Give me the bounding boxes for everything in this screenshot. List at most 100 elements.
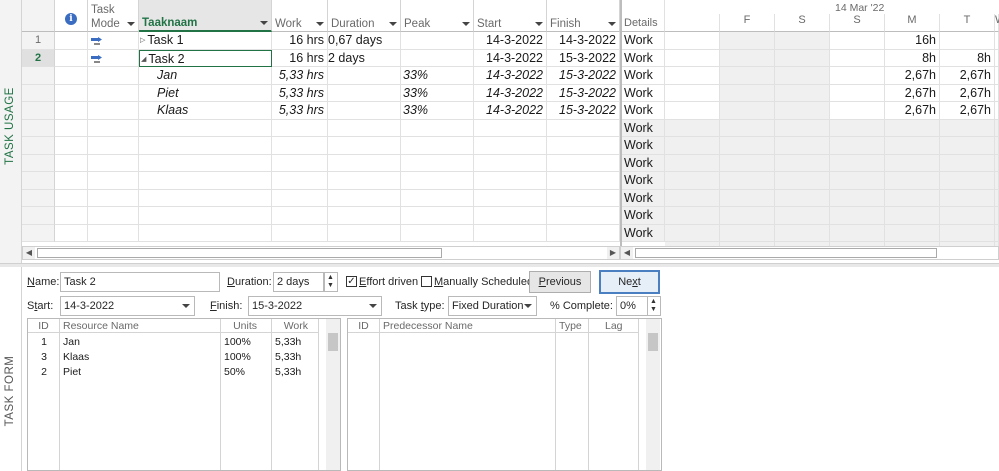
ind-cell[interactable] (55, 154, 88, 172)
work-cell[interactable]: 5,33 hrs (272, 67, 328, 85)
indicators-column-header[interactable]: i (55, 0, 88, 32)
timescale-cell[interactable] (995, 189, 999, 207)
num-cell[interactable] (22, 224, 55, 242)
num-cell[interactable] (22, 137, 55, 155)
work-cell[interactable]: 16 hrs (272, 32, 328, 50)
name-cell[interactable] (139, 172, 272, 190)
start-cell[interactable] (474, 224, 547, 242)
timescale-day-header[interactable]: S (830, 14, 885, 32)
timescale-cell[interactable] (995, 172, 999, 190)
task-mode-column-header[interactable]: Task Mode (88, 0, 139, 32)
finish-cell[interactable]: 15-3-2022 (547, 84, 620, 102)
timescale-cell[interactable] (775, 224, 830, 242)
timescale-cell[interactable] (775, 84, 830, 102)
empty-table-row[interactable] (22, 119, 620, 137)
timescale-cell[interactable]: 8h (940, 49, 995, 67)
timescale-cell[interactable] (720, 137, 775, 155)
view-split-divider[interactable] (0, 263, 999, 267)
resources-vertical-scrollbar[interactable] (326, 319, 340, 470)
resource-work-cell[interactable]: 5,33h (272, 365, 319, 380)
chevron-down-icon[interactable] (316, 22, 324, 26)
resource-units-cell[interactable]: 50% (221, 365, 272, 380)
timescale-cell[interactable] (995, 67, 999, 85)
duration-cell[interactable] (328, 102, 401, 120)
timescale-cell[interactable] (720, 49, 775, 67)
duration-stepper[interactable]: ▲ ▼ (324, 272, 338, 292)
timescale-cell[interactable] (665, 207, 720, 225)
timescale-cell[interactable] (940, 189, 995, 207)
mode-cell[interactable] (88, 154, 139, 172)
timescale-cell[interactable]: 2,67h (885, 84, 940, 102)
start-cell[interactable]: 14-3-2022 (474, 67, 547, 85)
timescale-cell[interactable] (830, 224, 885, 242)
peak-cell[interactable] (401, 224, 474, 242)
timescale-cell[interactable] (995, 154, 999, 172)
mode-cell[interactable] (88, 189, 139, 207)
num-cell[interactable] (22, 207, 55, 225)
predecessor-lag-header[interactable]: Lag (589, 319, 639, 333)
ind-cell[interactable] (55, 137, 88, 155)
detail-label-cell[interactable]: Work (622, 189, 665, 207)
timescale-cell[interactable] (720, 154, 775, 172)
num-cell[interactable] (22, 189, 55, 207)
timescale-cell[interactable] (720, 119, 775, 137)
empty-table-row[interactable] (22, 224, 620, 242)
timescale-day-header[interactable] (665, 14, 720, 32)
timescale-cell[interactable] (885, 189, 940, 207)
timescale-cell[interactable] (995, 224, 999, 242)
start-column-header[interactable]: Start (474, 0, 547, 32)
timescale-cell[interactable] (940, 119, 995, 137)
resource-name-cell[interactable]: Jan (60, 335, 221, 350)
timescale-cell[interactable] (775, 32, 830, 50)
timescale-cell[interactable] (830, 154, 885, 172)
timescale-cell[interactable] (885, 207, 940, 225)
work-cell[interactable] (272, 172, 328, 190)
ind-cell[interactable] (55, 119, 88, 137)
name-cell[interactable] (139, 154, 272, 172)
timescale-cell[interactable]: 2,67h (940, 102, 995, 120)
timescale-cell[interactable] (830, 102, 885, 120)
timescale-cell[interactable] (665, 67, 720, 85)
scroll-right-icon[interactable]: ▶ (607, 247, 619, 259)
timescale-cell[interactable] (775, 137, 830, 155)
peak-cell[interactable] (401, 32, 474, 50)
spin-up-icon[interactable]: ▲ (650, 298, 657, 306)
timescale-cell[interactable] (940, 224, 995, 242)
timescale-cell[interactable] (885, 172, 940, 190)
empty-table-row[interactable] (22, 154, 620, 172)
timescale-cell[interactable] (775, 207, 830, 225)
timescale-cell[interactable] (830, 67, 885, 85)
resource-name-header[interactable]: Resource Name (60, 319, 221, 333)
peak-cell[interactable]: 33% (401, 67, 474, 85)
resources-scroll-thumb[interactable] (328, 333, 338, 351)
timescale-cell[interactable] (885, 154, 940, 172)
timescale-day-header[interactable]: T (940, 14, 995, 32)
timescale-cell[interactable] (775, 67, 830, 85)
finish-cell[interactable] (547, 172, 620, 190)
timescale-cell[interactable] (720, 67, 775, 85)
finish-cell[interactable]: 15-3-2022 (547, 49, 620, 67)
start-cell[interactable]: 14-3-2022 (474, 102, 547, 120)
timescale-cell[interactable] (665, 189, 720, 207)
name-cell[interactable]: ◢ Task 2 (139, 49, 272, 67)
timescale-cell[interactable]: 2,67h (940, 84, 995, 102)
timescale-cell[interactable] (995, 102, 999, 120)
finish-cell[interactable]: 15-3-2022 (547, 102, 620, 120)
timescale-cell[interactable] (720, 102, 775, 120)
timescale-cell[interactable] (665, 224, 720, 242)
detail-label-cell[interactable]: Work (622, 172, 665, 190)
select-all-corner[interactable] (22, 0, 55, 32)
name-cell[interactable]: Klaas (139, 102, 272, 120)
timescale-cell[interactable] (775, 119, 830, 137)
chevron-down-icon[interactable] (462, 22, 470, 26)
timescale-cell[interactable] (665, 154, 720, 172)
mode-cell[interactable] (88, 137, 139, 155)
timescale-cell[interactable] (940, 32, 995, 50)
num-cell[interactable] (22, 102, 55, 120)
empty-table-row[interactable] (22, 172, 620, 190)
timescale-cell[interactable] (830, 189, 885, 207)
pct-complete-stepper[interactable]: ▲ ▼ (647, 296, 661, 316)
chevron-down-icon[interactable] (127, 22, 135, 26)
detail-label-cell[interactable]: Work (622, 207, 665, 225)
start-cell[interactable]: 14-3-2022 (474, 84, 547, 102)
